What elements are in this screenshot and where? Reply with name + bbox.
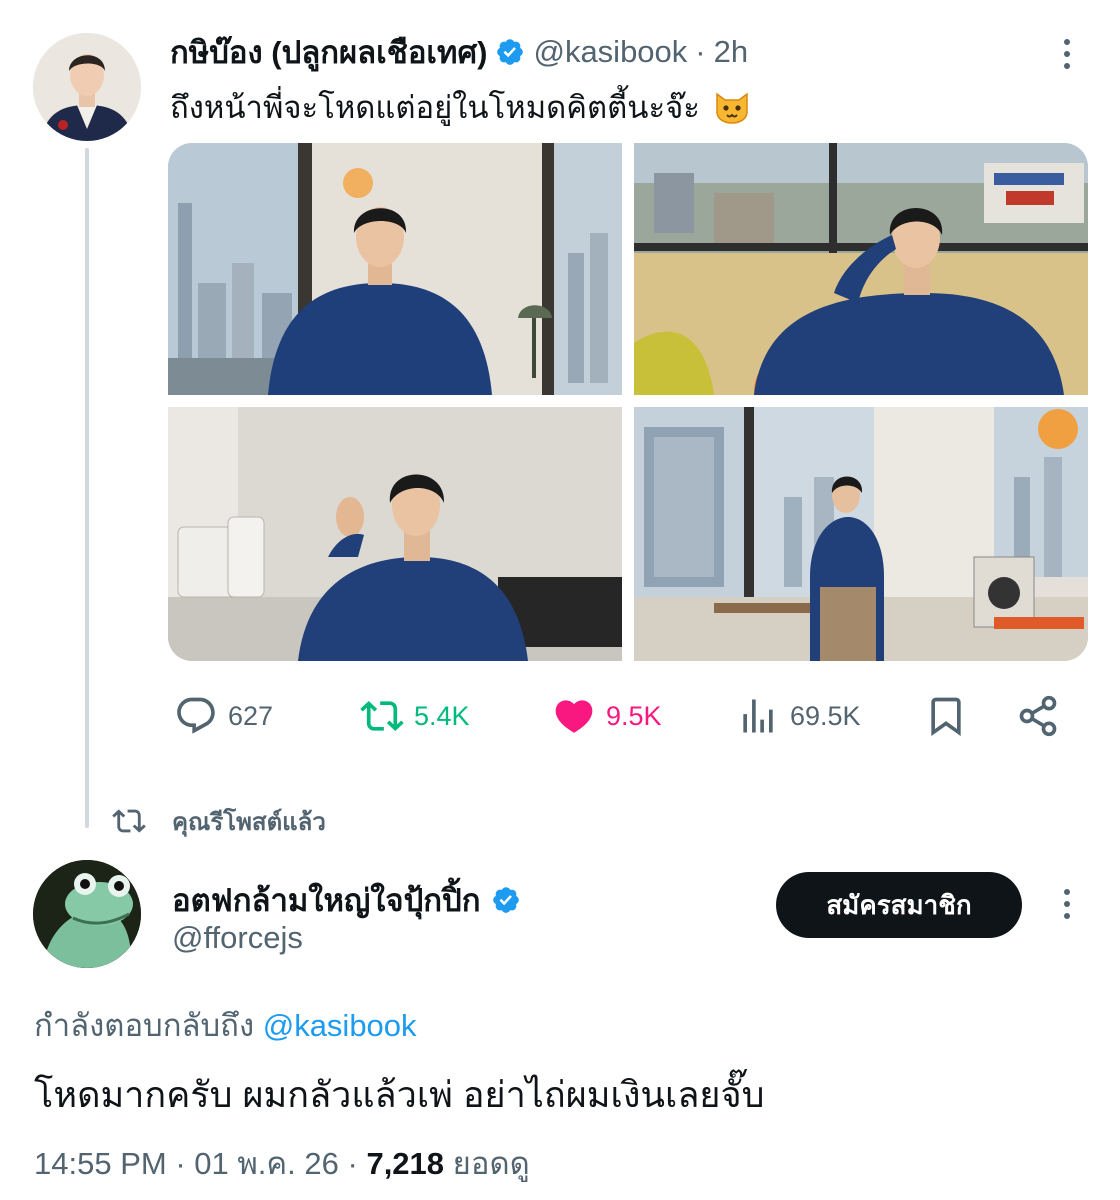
verified-badge-icon[interactable] bbox=[495, 37, 525, 67]
more-options-icon[interactable] bbox=[1052, 34, 1082, 74]
tweet-text: ถึงหน้าพี่จะโหดแต่อยู่ในโหมดคิตตี้นะจ๊ะ bbox=[170, 82, 751, 132]
avatar-portrait bbox=[33, 33, 141, 141]
like-count: 9.5K bbox=[606, 700, 662, 731]
reply-meta: 14:55 PM · 01 พ.ค. 26 · 7,218 ยอดดู bbox=[34, 1138, 530, 1188]
tweet-header: กษิบ๊อง (ปลูกผลเชือเทศ) @kasibook · 2h bbox=[170, 30, 748, 74]
reply-view-count: 7,218 bbox=[366, 1146, 445, 1181]
tweet-text-body: ถึงหน้าพี่จะโหดแต่อยู่ในโหมดคิตตี้นะจ๊ะ bbox=[170, 90, 700, 125]
frog-avatar-image bbox=[33, 860, 141, 968]
meta-separator: · bbox=[175, 1146, 186, 1181]
tweet-actions: 627 5.4K 9.5K 69.5K bbox=[170, 690, 1090, 742]
replying-to-mention[interactable]: @kasibook bbox=[263, 1008, 417, 1043]
reply-author-handle[interactable]: @fforcejs bbox=[172, 920, 303, 956]
photo-1[interactable] bbox=[168, 143, 622, 395]
photo-4[interactable] bbox=[634, 407, 1088, 661]
replying-to-line: กำลังตอบกลับถึง @kasibook bbox=[34, 1000, 417, 1050]
replying-prefix: กำลังตอบกลับถึง bbox=[34, 1008, 255, 1043]
reply-icon bbox=[177, 697, 215, 734]
repost-button[interactable]: 5.4K bbox=[360, 690, 470, 742]
repost-count: 5.4K bbox=[414, 700, 470, 731]
photo-2[interactable] bbox=[634, 143, 1088, 395]
more-options-icon[interactable] bbox=[1052, 884, 1082, 924]
verified-badge-icon[interactable] bbox=[491, 885, 521, 915]
author-handle[interactable]: @kasibook bbox=[533, 34, 687, 70]
bookmark-button[interactable] bbox=[924, 690, 968, 742]
repost-icon bbox=[360, 700, 404, 732]
reply-date[interactable]: 01 พ.ค. 26 bbox=[194, 1146, 339, 1181]
tweet-time[interactable]: 2h bbox=[714, 34, 748, 70]
like-button[interactable]: 9.5K bbox=[552, 690, 662, 742]
cat-face-icon bbox=[715, 92, 748, 124]
reply-header: อตฟกล้ามใหญ่ใจปุ้กปิ้ก bbox=[172, 878, 521, 922]
subscribe-button[interactable]: สมัครสมาชิก bbox=[776, 872, 1022, 938]
media-grid bbox=[168, 143, 1088, 661]
meta-separator: · bbox=[347, 1146, 358, 1181]
repost-notice-text: คุณรีโพสต์แล้ว bbox=[172, 808, 326, 836]
repost-notice: คุณรีโพสต์แล้ว bbox=[112, 800, 326, 842]
author-avatar[interactable] bbox=[33, 33, 141, 141]
views-button[interactable]: 69.5K bbox=[736, 690, 861, 742]
reply-text: โหดมากครับ ผมกลัวแล้วเพ่ อย่าไถ่ผมเงินเล… bbox=[34, 1074, 765, 1115]
reply-author-avatar[interactable] bbox=[33, 860, 141, 968]
reply-author-name[interactable]: อตฟกล้ามใหญ่ใจปุ้กปิ้ก bbox=[172, 875, 481, 925]
share-button[interactable] bbox=[1016, 690, 1060, 742]
share-icon bbox=[1019, 695, 1057, 737]
views-chart-icon bbox=[743, 699, 773, 733]
photo-3[interactable] bbox=[168, 407, 622, 661]
reply-time[interactable]: 14:55 PM bbox=[34, 1146, 167, 1181]
views-count: 69.5K bbox=[790, 700, 861, 731]
reply-button[interactable]: 627 bbox=[174, 690, 273, 742]
header-separator: · bbox=[695, 34, 706, 69]
heart-icon bbox=[555, 700, 593, 733]
repost-small-icon bbox=[112, 809, 146, 833]
bookmark-icon bbox=[931, 697, 961, 737]
author-name[interactable]: กษิบ๊อง (ปลูกผลเชือเทศ) bbox=[170, 27, 487, 77]
reply-count: 627 bbox=[228, 700, 274, 731]
thread-line bbox=[85, 148, 89, 828]
reply-view-label: ยอดดู bbox=[452, 1146, 530, 1181]
